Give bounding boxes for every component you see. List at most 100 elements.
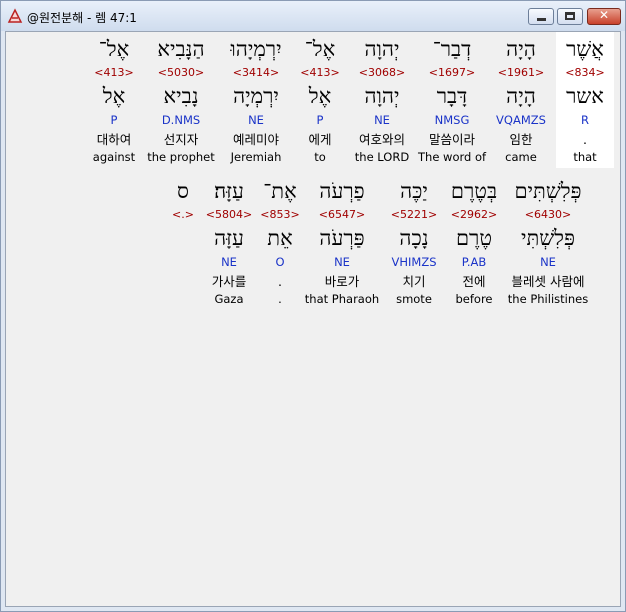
korean-gloss: 말씀이라 [428, 132, 475, 147]
hebrew-word: אֲשֶׁר [566, 37, 604, 61]
close-button[interactable]: ✕ [587, 8, 621, 25]
korean-gloss: 선지자 [163, 132, 199, 147]
word-column[interactable]: בְּטֶרֶם <2962> טֶרֶם P.AB 전에 before [444, 174, 504, 306]
word-column[interactable]: הַנָּבִיא <5030> נָבִיא D.NMS 선지자 the prophet [144, 32, 218, 168]
hebrew-word: בְּטֶרֶם [450, 179, 498, 203]
morphology-code: O [275, 255, 285, 269]
morphology-code: P [316, 113, 324, 127]
hebrew-word: אֶת־ [263, 179, 297, 203]
word-column[interactable]: אֶל־ <413> אֶל P 에게 to [294, 32, 346, 168]
strong-number: <3414> [232, 66, 280, 79]
lemma: אשר [566, 84, 604, 108]
strong-number: <5030> [157, 66, 205, 79]
english-gloss: the LORD [354, 150, 410, 164]
korean-gloss: 전에 [462, 274, 486, 289]
morphology-code: NMSG [434, 113, 470, 127]
interlinear-panel: אֲשֶׁר <834> אשר R. that הָיָה <1961> הָיָה VQAM… [5, 31, 621, 607]
hebrew-word: אֶל־ [304, 37, 336, 61]
window-title: @원전분해 - 렘 47:1 [27, 11, 137, 25]
english-gloss: smote [396, 292, 432, 306]
morphology-code: NE [221, 255, 237, 269]
word-column[interactable]: יַכֶּה <5221> נָכָה VHIMZS 치기 smote [384, 174, 444, 306]
korean-gloss: . [278, 274, 282, 289]
hebrew-word: יַכֶּה [400, 179, 428, 203]
hebrew-word: יִרְמְיָהוּ [230, 37, 282, 61]
morphology-code: P.AB [461, 255, 487, 269]
app-icon [7, 8, 23, 23]
lemma: נָבִיא [163, 84, 199, 108]
english-gloss: The word of [418, 150, 487, 164]
hebrew-word: אֶל־ [98, 37, 130, 61]
strong-number: <853> [260, 208, 300, 221]
word-column[interactable]: ס <.> [168, 174, 198, 302]
korean-gloss: 바로가 [324, 274, 360, 289]
korean-gloss: 임한 [509, 132, 533, 147]
word-column[interactable]: אֲשֶׁר <834> אשר R. that [556, 32, 614, 168]
hebrew-word: עַזָּה׃ [214, 179, 244, 203]
morphology-code: NE [374, 113, 390, 127]
strong-number: <5221> [390, 208, 438, 221]
lemma: יִרְמְיָה [233, 84, 279, 108]
strong-number: <413> [94, 66, 134, 79]
lemma: אֵת [267, 226, 293, 250]
english-gloss: the Philistines [507, 292, 589, 306]
app-window: @원전분해 - 렘 47:1 ✕ אֲשֶׁר <834> אשר R. that הָי… [0, 0, 626, 612]
lemma: אֶל [102, 84, 126, 108]
korean-gloss: 치기 [402, 274, 426, 289]
minimize-button[interactable] [528, 8, 554, 25]
morphology-code: NE [540, 255, 556, 269]
word-column[interactable]: פְּלִשְׁתִּים <6430> פְּלִשְׁתִּי NE 블레셋 사람에… [504, 174, 592, 306]
lemma: פַּרְעֹה [319, 226, 365, 250]
english-gloss: came [505, 150, 537, 164]
korean-gloss: 여호와의 [358, 132, 405, 147]
english-gloss: the prophet [147, 150, 215, 164]
lemma: יְהוָה [364, 84, 400, 108]
english-gloss: to [314, 150, 326, 164]
lemma: עַזָּה [214, 226, 244, 250]
word-column[interactable]: דְבַר־ <1697> דָּבָר NMSG 말씀이라 The word of [418, 32, 486, 168]
hebrew-word: הַנָּבִיא [157, 37, 205, 61]
close-icon: ✕ [598, 8, 610, 22]
strong-number: <.> [172, 208, 194, 221]
hebrew-word: יְהוָה [364, 37, 400, 61]
english-gloss: before [455, 292, 493, 306]
korean-gloss: 대하여 [96, 132, 132, 147]
hebrew-word: פְּלִשְׁתִּים [514, 179, 582, 203]
morphology-code: R [581, 113, 589, 127]
strong-number: <413> [300, 66, 340, 79]
title-bar[interactable]: @원전분해 - 렘 47:1 ✕ [1, 1, 625, 31]
strong-number: <1961> [497, 66, 545, 79]
word-column[interactable]: הָיָה <1961> הָיָה VQAMZS 임한 came [486, 32, 556, 168]
lemma: נָכָה [399, 226, 429, 250]
korean-gloss: 에게 [308, 132, 332, 147]
maximize-button[interactable] [557, 8, 583, 25]
strong-number: <834> [565, 66, 605, 79]
word-column[interactable]: יְהוָה <3068> יְהוָה NE 여호와의 the LORD [346, 32, 418, 168]
english-gloss: Jeremiah [230, 150, 282, 164]
hebrew-word: הָיָה [506, 37, 536, 61]
english-gloss: against [92, 150, 136, 164]
word-column[interactable]: יִרְמְיָהוּ <3414> יִרְמְיָה NE 예레미야 Jeremiah [218, 32, 294, 168]
korean-gloss: 가사를 [211, 274, 247, 289]
strong-number: <6430> [524, 208, 572, 221]
korean-gloss: . [583, 132, 587, 147]
lemma: פְּלִשְׁתִּי [520, 226, 575, 250]
hebrew-word: פַרְעֹה [319, 179, 365, 203]
korean-gloss: 예레미야 [232, 132, 279, 147]
hebrew-word: ס [177, 179, 189, 203]
lemma: דָּבָר [436, 84, 468, 108]
word-column[interactable]: עַזָּה׃ <5804> עַזָּה NE 가사를 Gaza [198, 174, 260, 306]
morphology-code: NE [248, 113, 264, 127]
strong-number: <5804> [205, 208, 253, 221]
word-column[interactable]: אֶת־ <853> אֵת O.. [260, 174, 300, 306]
english-gloss: Gaza [214, 292, 244, 306]
english-gloss: that [573, 150, 597, 164]
english-gloss: . [278, 292, 282, 306]
lemma: אֶל [308, 84, 332, 108]
word-column[interactable]: אֶל־ <413> אֶל P 대하여 against [84, 32, 144, 168]
morphology-code: VQAMZS [496, 113, 546, 127]
word-column[interactable]: פַרְעֹה <6547> פַּרְעֹה NE 바로가 that Pharaoh [300, 174, 384, 306]
morphology-code: D.NMS [161, 113, 201, 127]
strong-number: <6547> [318, 208, 366, 221]
morphology-code: VHIMZS [391, 255, 437, 269]
